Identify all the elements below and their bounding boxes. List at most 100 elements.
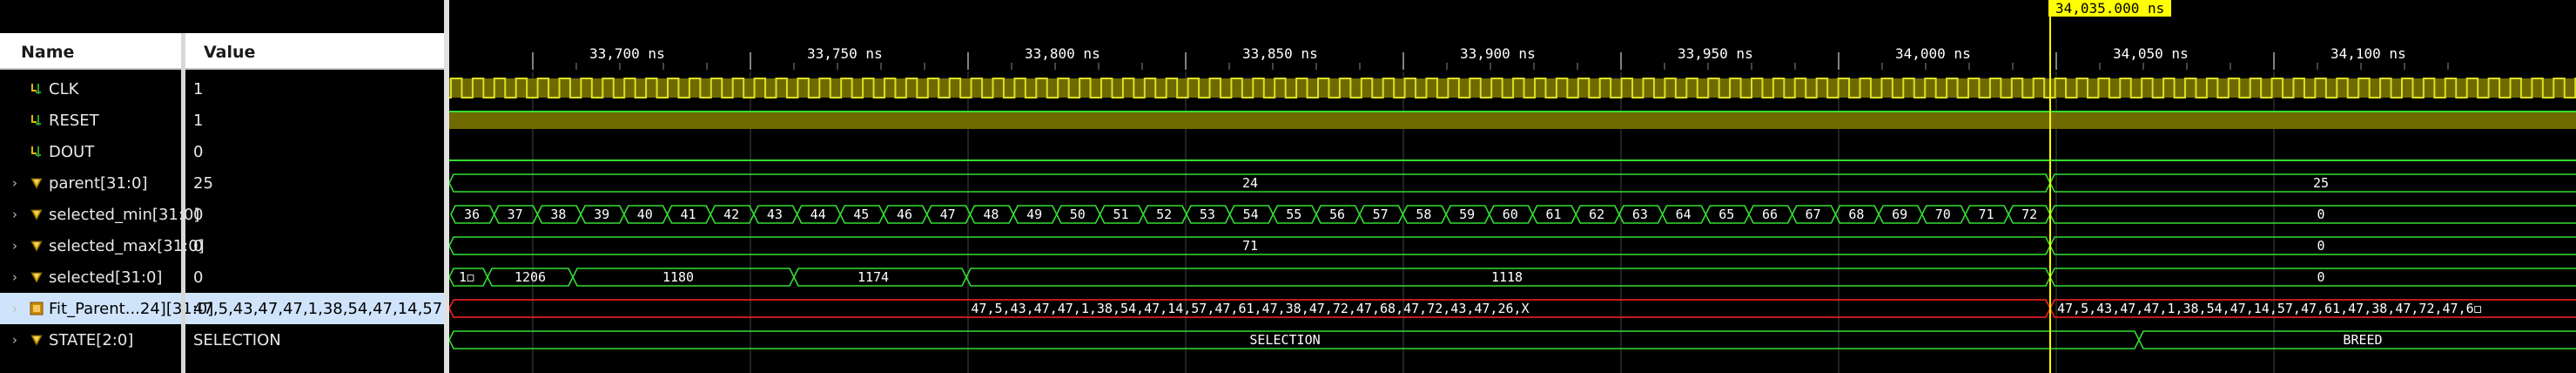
signal-name: DOUT bbox=[49, 143, 95, 161]
selected-min-bus-value: 36 bbox=[464, 207, 480, 222]
signal-name: RESET bbox=[49, 112, 99, 130]
selected-min-bus-value: 41 bbox=[680, 207, 696, 222]
selected-max-bus-value: 71 bbox=[1242, 238, 1258, 254]
selected-min-bus-value: 60 bbox=[1503, 207, 1518, 222]
selected-min-bus-segment bbox=[2049, 205, 2576, 224]
selected-max-bus-value: 0 bbox=[2317, 238, 2324, 254]
fit-parent-bus-value: 47,5,43,47,47,1,38,54,47,14,57,47,61,47,… bbox=[2057, 301, 2482, 316]
selected-min-bus-value: 67 bbox=[1806, 207, 1821, 222]
waveform-pane[interactable]: 33,700 ns 33,750 ns 33,800 ns 33,850 ns 33,9… bbox=[449, 0, 2576, 373]
selected-min-bus-value: 43 bbox=[767, 207, 783, 222]
expand-chevron-icon[interactable]: › bbox=[12, 332, 17, 348]
selected-bus-segment bbox=[2049, 268, 2576, 287]
selected-min-bus-value: 52 bbox=[1156, 207, 1172, 222]
selected-bus-value: 1118 bbox=[1491, 269, 1523, 285]
selected-min-bus-value: 61 bbox=[1545, 207, 1561, 222]
signal-value: 0 bbox=[193, 268, 204, 287]
column-divider[interactable] bbox=[181, 33, 185, 373]
parent-bus-value: 25 bbox=[2313, 175, 2329, 191]
signal-row[interactable]: CLK 1 bbox=[0, 73, 444, 105]
signal-name: STATE[2:0] bbox=[49, 331, 134, 349]
selected-min-bus-value: 48 bbox=[983, 207, 999, 222]
selected-min-bus-value: 40 bbox=[637, 207, 653, 222]
signal-value: 47,5,43,47,47,1,38,54,47,14,57,47,61 bbox=[193, 300, 442, 318]
expand-chevron-icon[interactable]: › bbox=[12, 175, 17, 191]
selected-bus-value: 1174 bbox=[858, 269, 889, 285]
signal-row[interactable]: › selected_max[31:0] 0 bbox=[0, 230, 444, 261]
signal-list-pane: Name Value CLK 1 RESET 1 DOUT 0 › parent[31:0] 2… bbox=[0, 0, 449, 373]
selected-min-bus-value: 46 bbox=[897, 207, 912, 222]
signal-name: selected_min[31:0] bbox=[49, 206, 200, 224]
selected-min-bus-value: 63 bbox=[1632, 207, 1648, 222]
bit-signal-icon bbox=[30, 145, 44, 159]
bit-signal-icon bbox=[30, 82, 44, 96]
selected-min-bus-value: 0 bbox=[2317, 207, 2324, 222]
selected-min-bus-value: 49 bbox=[1026, 207, 1042, 222]
selected-min-bus-value: 54 bbox=[1243, 207, 1259, 222]
selected-min-bus-value: 38 bbox=[550, 207, 566, 222]
selected-min-bus-value: 50 bbox=[1070, 207, 1086, 222]
selected-bus-value: 1180 bbox=[662, 269, 694, 285]
selected-min-bus-value: 68 bbox=[1848, 207, 1864, 222]
selected-min-bus-value: 58 bbox=[1416, 207, 1431, 222]
signal-value: 0 bbox=[193, 237, 204, 255]
bus-signal-icon bbox=[30, 270, 44, 284]
signal-row[interactable]: › selected[31:0] 0 bbox=[0, 261, 444, 293]
bus-signal-icon bbox=[30, 176, 44, 190]
signal-row[interactable]: DOUT 0 bbox=[0, 136, 444, 167]
expand-chevron-icon[interactable]: › bbox=[12, 301, 17, 316]
fit-parent-bus-value: 47,5,43,47,47,1,38,54,47,14,57,47,61,47,… bbox=[971, 301, 1529, 316]
signal-value: 0 bbox=[193, 143, 204, 161]
selected-min-bus-value: 71 bbox=[1978, 207, 1994, 222]
signal-row[interactable]: RESET 1 bbox=[0, 105, 444, 136]
state-bus-value: SELECTION bbox=[1249, 332, 1320, 348]
bus-signal-icon bbox=[30, 207, 44, 221]
selected-min-bus-value: 70 bbox=[1935, 207, 1951, 222]
signal-value: 25 bbox=[193, 174, 213, 193]
signal-row[interactable]: › Fit_Parent...24][31:0] 47,5,43,47,47,1,3… bbox=[0, 293, 444, 324]
bus-signal-icon bbox=[30, 239, 44, 253]
selected-min-bus-value: 59 bbox=[1459, 207, 1475, 222]
signal-row[interactable]: › parent[31:0] 25 bbox=[0, 167, 444, 199]
bus-signal-icon bbox=[30, 333, 44, 347]
reset-high-fill bbox=[449, 112, 2576, 129]
selected-bus-value: 1206 bbox=[515, 269, 546, 285]
selected-min-bus-value: 62 bbox=[1589, 207, 1604, 222]
selected-min-bus-value: 72 bbox=[2021, 207, 2037, 222]
selected-min-bus-value: 57 bbox=[1373, 207, 1389, 222]
selected-bus-value: 0 bbox=[2317, 269, 2324, 285]
expand-chevron-icon[interactable]: › bbox=[12, 238, 17, 254]
selected-min-bus-value: 37 bbox=[508, 207, 523, 222]
parent-bus-value: 24 bbox=[1242, 175, 1258, 191]
expand-chevron-icon[interactable]: › bbox=[12, 269, 17, 285]
signal-name: selected[31:0] bbox=[49, 268, 163, 287]
selected-min-bus-value: 69 bbox=[1892, 207, 1907, 222]
name-column-header[interactable]: Name bbox=[21, 43, 74, 62]
selected-max-bus-segment bbox=[2049, 236, 2576, 255]
selected-min-bus-value: 44 bbox=[810, 207, 826, 222]
selected-min-bus-value: 39 bbox=[594, 207, 609, 222]
selected-min-bus-value: 65 bbox=[1718, 207, 1734, 222]
value-column-header[interactable]: Value bbox=[204, 43, 255, 62]
signal-value: SELECTION bbox=[193, 331, 281, 349]
signal-name: parent[31:0] bbox=[49, 174, 148, 193]
signal-name: Fit_Parent...24][31:0] bbox=[49, 300, 214, 318]
selected-min-bus-value: 66 bbox=[1762, 207, 1778, 222]
expand-chevron-icon[interactable]: › bbox=[12, 207, 17, 222]
signal-row[interactable]: › STATE[2:0] SELECTION bbox=[0, 324, 444, 356]
selected-min-bus-value: 56 bbox=[1329, 207, 1345, 222]
signal-row[interactable]: › selected_min[31:0] 0 bbox=[0, 199, 444, 230]
signal-value: 0 bbox=[193, 206, 204, 224]
signal-list-header: Name Value bbox=[0, 33, 449, 70]
selected-min-bus-value: 45 bbox=[853, 207, 869, 222]
selected-min-bus-value: 47 bbox=[940, 207, 956, 222]
selected-min-bus-value: 64 bbox=[1676, 207, 1692, 222]
signal-name: CLK bbox=[49, 80, 79, 98]
array-signal-icon bbox=[30, 302, 44, 315]
selected-min-bus-value: 42 bbox=[723, 207, 739, 222]
signal-value: 1 bbox=[193, 80, 204, 98]
waveform-canvas[interactable]: 24 25 36 37 38 39 40 41 42 43 44 45 46 47 48 49 50 51 52 53… bbox=[449, 0, 2576, 373]
selected-min-bus-value: 55 bbox=[1286, 207, 1301, 222]
bit-signal-icon bbox=[30, 113, 44, 127]
signal-value: 1 bbox=[193, 112, 204, 130]
